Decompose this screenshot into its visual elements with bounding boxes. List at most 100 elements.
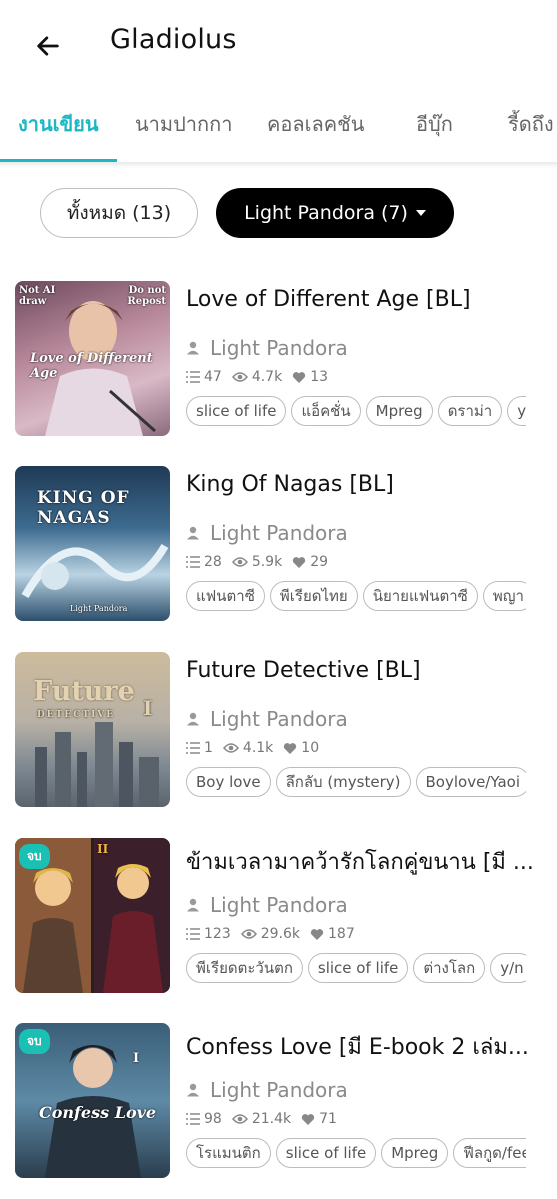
tag[interactable]: นิยายแฟนตาซี [362,581,478,611]
cover-text: Not AI draw [19,285,56,307]
cover-text: KING OF NAGAS [37,488,130,528]
list-item[interactable]: Not AI draw Do not Repost Love of Differ… [0,281,557,441]
list-item[interactable]: Future DETECTIVE I Future Detective [BL]… [0,652,557,812]
author-name: Light Pandora [210,521,348,545]
chapter-count: 123 [204,926,231,942]
cover-text: DETECTIVE [37,710,116,720]
list-icon [186,371,200,383]
user-icon [187,712,199,726]
tab-collections[interactable]: คอลเลคชัน [267,108,364,140]
cover-text: I [143,696,153,720]
tag-list: slice of lifeแอ็คชั่นMpregดราม่าy/ [186,396,526,428]
eye-icon [222,743,239,753]
tag[interactable]: Boy love [186,767,271,797]
tag[interactable]: โรแมนติก [186,1138,271,1168]
author-name: Light Pandora [210,336,348,360]
view-count: 5.9k [251,554,283,570]
cover-text: Confess Love [39,1103,157,1122]
list-item[interactable]: KING OF NAGAS Light Pandora King Of Naga… [0,466,557,626]
book-stats: 47 4.7k 13 [186,369,338,385]
book-stats: 1 4.1k 10 [186,740,329,756]
eye-icon [231,372,248,382]
book-stats: 98 21.4k 71 [186,1111,347,1127]
author[interactable]: Light Pandora [186,1078,348,1102]
eye-icon [231,557,248,567]
list-item[interactable]: จบ Confess Love I Confess Love [มี E-boo… [0,1023,557,1183]
heart-icon [293,556,306,568]
eye-icon [231,1114,248,1124]
user-icon [187,1083,199,1097]
page-title: Gladiolus [110,24,237,55]
tag[interactable]: พีเรียดไทย [269,581,358,611]
tag[interactable]: Mpreg [365,396,433,426]
author[interactable]: Light Pandora [186,336,348,360]
tag[interactable]: slice of life [186,396,287,426]
heart-icon [301,1113,315,1125]
cover-text: II [97,842,109,856]
like-count: 187 [328,926,355,942]
tag[interactable]: ต่างโลก [413,953,486,983]
tag[interactable]: y/ [507,396,526,426]
chapter-count: 28 [204,554,222,570]
cover-text: I [133,1051,140,1066]
tab-reads[interactable]: รี้ดถึง [508,108,554,140]
book-cover: จบ Confess Love I [15,1023,170,1178]
author[interactable]: Light Pandora [186,521,348,545]
author[interactable]: Light Pandora [186,893,348,917]
cover-text: Love of Different Age [30,351,153,381]
list-item[interactable]: จบ II ข้ามเวลามาคว้ารักโลกคู่ขนาน [มี ..… [0,838,557,998]
book-title[interactable]: Future Detective [BL] [186,658,536,683]
tag[interactable]: พญา [482,581,526,611]
tag[interactable]: แฟนตาซี [186,581,265,611]
app-header: Gladiolus [0,0,557,88]
user-icon [187,526,199,540]
view-count: 4.7k [251,369,283,385]
filter-all-chip[interactable]: ทั้งหมด (13) [40,188,198,238]
tag[interactable]: ลึกลับ (mystery) [275,767,411,797]
like-count: 29 [310,554,329,570]
tag[interactable]: Mpreg [381,1138,449,1168]
tag[interactable]: slice of life [307,953,409,983]
book-title[interactable]: Love of Different Age [BL] [186,287,536,312]
like-count: 13 [310,369,329,385]
book-title[interactable]: King Of Nagas [BL] [186,472,536,497]
tag[interactable]: พีเรียดตะวันตก [186,953,303,983]
book-cover: Future DETECTIVE I [15,652,170,807]
view-count: 4.1k [242,740,274,756]
tag-list: โรแมนติก slice of life Mpreg ฟีลกูด/fee [186,1138,526,1170]
tag[interactable]: y/n [490,953,526,983]
chapter-count: 98 [204,1111,222,1127]
view-count: 29.6k [260,926,301,942]
tag[interactable]: ดราม่า [437,396,503,426]
back-button[interactable] [30,28,66,64]
cover-text: Do not Repost [127,285,166,307]
tag[interactable]: แอ็คชั่น [291,396,361,426]
author-name: Light Pandora [210,707,348,731]
filter-all-label: ทั้งหมด (13) [66,202,172,224]
tab-works[interactable]: งานเขียน [18,108,99,140]
author[interactable]: Light Pandora [186,707,348,731]
tab-pen-names[interactable]: นามปากกา [135,108,232,140]
cover-text: Light Pandora [70,604,128,613]
filter-pen-name-dropdown[interactable]: Light Pandora (7) [216,188,454,238]
heart-icon [310,928,324,940]
cover-text: Future [33,676,135,707]
chapter-count: 47 [204,369,222,385]
book-title[interactable]: Confess Love [มี E-book 2 เล่ม... [186,1029,536,1064]
tag[interactable]: ฟีลกูด/fee [453,1138,526,1168]
chapter-count: 1 [204,740,213,756]
eye-icon [240,929,257,939]
tab-ebooks[interactable]: อีบุ๊ก [416,108,453,140]
tab-bar: งานเขียน นามปากกา คอลเลคชัน อีบุ๊ก รี้ดถ… [0,96,557,162]
list-icon [186,928,200,940]
view-count: 21.4k [251,1111,292,1127]
user-icon [187,898,199,912]
book-title[interactable]: ข้ามเวลามาคว้ารักโลกคู่ขนาน [มี ... [186,844,536,879]
like-count: 10 [301,740,320,756]
tag[interactable]: slice of life [275,1138,377,1168]
like-count: 71 [319,1111,337,1127]
tag[interactable]: Boylove/Yaoi [415,767,526,797]
list-icon [186,742,200,754]
book-stats: 123 29.6k 187 [186,926,365,942]
user-icon [187,341,199,355]
